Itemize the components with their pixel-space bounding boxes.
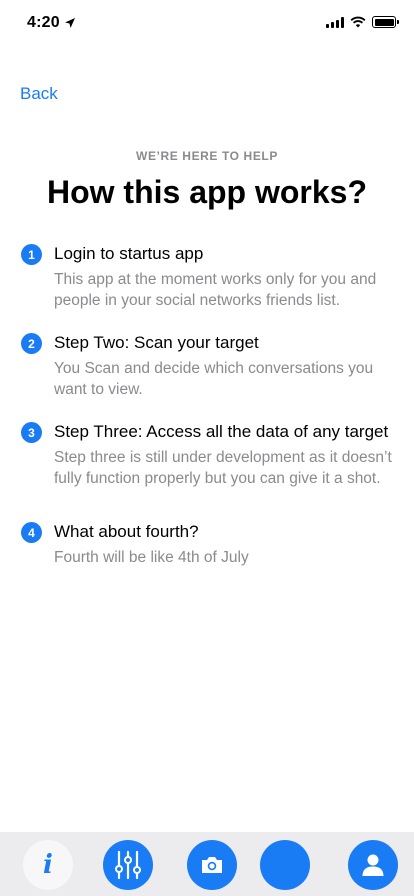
step-item-2: 2 Step Two: Scan your target You Scan an… [21, 331, 401, 400]
status-time-group: 4:20 [27, 14, 76, 32]
steps-list: 1 Login to startus app This app at the m… [21, 242, 401, 568]
step-title: Login to startus app [54, 244, 204, 263]
step-number-badge: 1 [21, 244, 42, 265]
status-indicators [326, 16, 399, 28]
tab-filters[interactable] [103, 840, 153, 890]
step-description: Step three is still under development as… [54, 449, 392, 487]
step-title: Step Two: Scan your target [54, 333, 259, 352]
back-button[interactable]: Back [20, 84, 58, 104]
status-bar: 4:20 [0, 0, 414, 48]
step-description: Fourth will be like 4th of July [54, 549, 249, 566]
location-arrow-icon [64, 18, 75, 28]
step-title: Step Three: Access all the data of any t… [54, 422, 389, 441]
eyebrow-text: WE’RE HERE TO HELP [136, 149, 278, 163]
cellular-signal-icon [326, 16, 344, 28]
step-item-3: 3 Step Three: Access all the data of any… [21, 420, 401, 489]
page-title: How this app works? [46, 174, 368, 210]
tab-profile[interactable] [348, 840, 398, 890]
step-item-4: 4 What about fourth? Fourth will be like… [21, 520, 401, 568]
step-number-badge: 2 [21, 333, 42, 354]
status-time: 4:20 [27, 14, 60, 31]
step-title: What about fourth? [54, 522, 199, 541]
step-number-badge: 4 [21, 522, 42, 543]
bottom-tab-bar: i [0, 832, 414, 896]
wifi-icon [350, 16, 366, 28]
sliders-icon [115, 850, 141, 880]
step-description: You Scan and decide which conversations … [54, 360, 374, 398]
user-icon [362, 854, 384, 876]
info-icon: i [43, 850, 53, 880]
battery-icon [372, 16, 399, 28]
step-number-badge: 3 [21, 422, 42, 443]
camera-icon [202, 857, 222, 873]
tab-camera[interactable] [187, 840, 237, 890]
step-item-1: 1 Login to startus app This app at the m… [21, 242, 401, 311]
app-screen: 4:20 Back WE’RE HERE TO HELP How this ap… [0, 0, 414, 896]
step-description: This app at the moment works only for yo… [54, 271, 377, 309]
tab-blank[interactable] [260, 840, 310, 890]
tab-info[interactable]: i [23, 840, 73, 890]
